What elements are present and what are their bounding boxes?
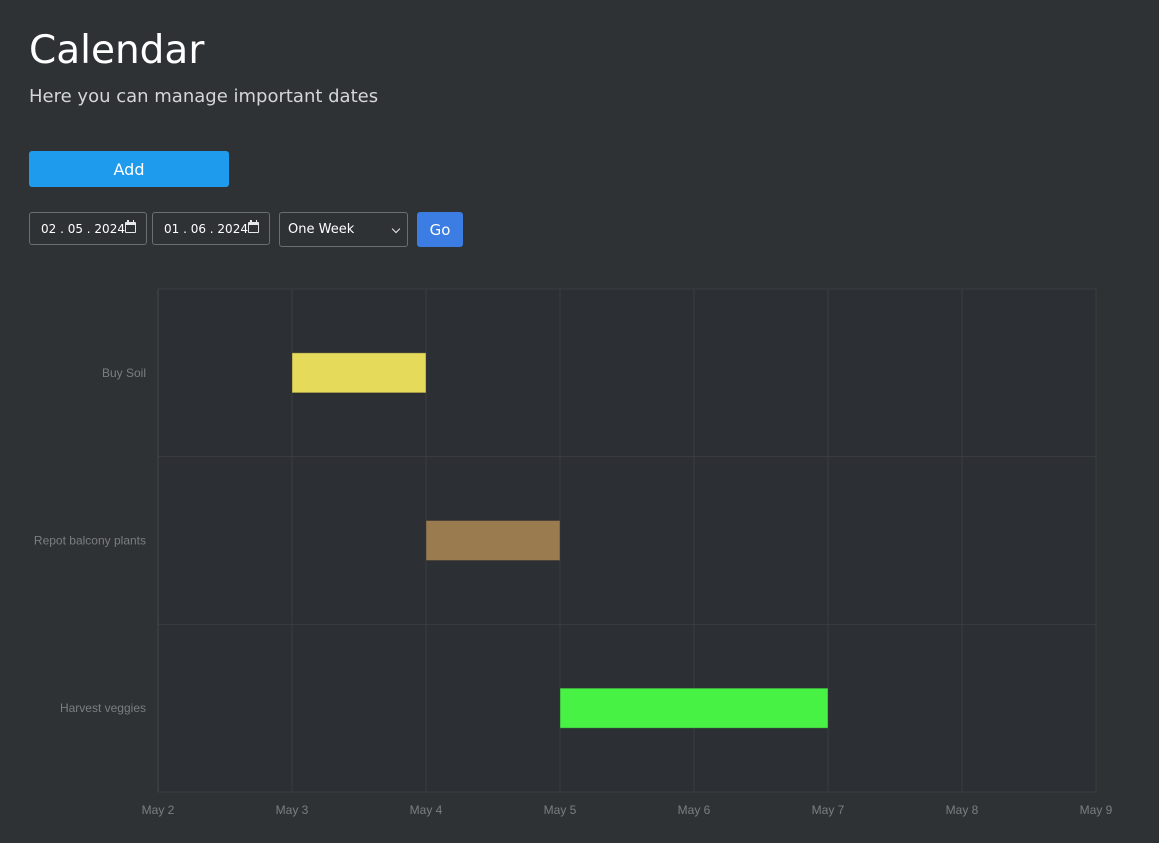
task-bar — [425, 520, 561, 561]
gantt-chart: May 2 May 3 May 4 May 5 May 6 May 7 May 8 May 9… — [34, 288, 1113, 817]
calendar-page: Calendar Here you can manage important d… — [0, 0, 1159, 843]
x-tick-label: May 8 — [946, 803, 979, 817]
x-tick-label: May 3 — [276, 803, 309, 817]
x-tick-label: May 4 — [410, 803, 443, 817]
task-label: Buy Soil — [102, 366, 146, 380]
x-tick-label: May 5 — [544, 803, 577, 817]
task-bar — [559, 687, 829, 729]
x-tick-label: May 9 — [1080, 803, 1113, 817]
x-tick-label: May 7 — [812, 803, 845, 817]
x-tick-label: May 2 — [142, 803, 175, 817]
task-label: Repot balcony plants — [34, 534, 146, 548]
task-bar — [291, 352, 427, 394]
task-label: Harvest veggies — [60, 701, 146, 715]
x-tick-label: May 6 — [678, 803, 711, 817]
